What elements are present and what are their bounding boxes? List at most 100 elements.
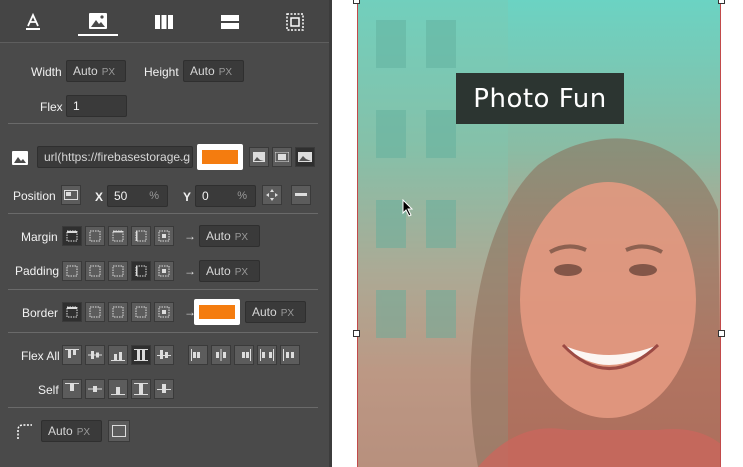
style-panel: Width Auto PX Height Auto PX Flex 1 url(ht…: [0, 0, 329, 467]
flex-align-stretch-button[interactable]: [131, 345, 151, 365]
width-unit: PX: [101, 67, 116, 78]
padding-arrow: →: [184, 264, 196, 278]
position-y-input[interactable]: 0 %: [195, 185, 256, 207]
self-align-end-button[interactable]: [108, 379, 128, 399]
border-width-input[interactable]: Auto PX: [245, 301, 306, 323]
bg-size-auto-button[interactable]: [249, 147, 269, 167]
padding-inner-button[interactable]: [154, 261, 174, 281]
border-color-picker[interactable]: [194, 299, 240, 325]
panel-tab-bar: [0, 0, 329, 43]
tab-columns[interactable]: [144, 8, 184, 36]
padding-vertical-button[interactable]: [108, 261, 128, 281]
position-move-button[interactable]: [262, 185, 282, 205]
radius-corners-button[interactable]: [108, 420, 130, 442]
border-left-button[interactable]: [131, 302, 151, 322]
background-url-input[interactable]: url(https://firebasestorage.g ...: [37, 146, 193, 168]
padding-input[interactable]: Auto PX: [199, 260, 260, 282]
panel-border: [329, 0, 332, 467]
resize-handle-right[interactable]: [718, 330, 725, 337]
photo-title[interactable]: Photo Fun: [456, 73, 624, 124]
flex-input[interactable]: 1: [66, 95, 127, 117]
border-color-swatch: [199, 305, 235, 319]
divider: [8, 332, 318, 333]
resize-handle-top-left[interactable]: [353, 0, 360, 4]
rows-icon: [221, 15, 239, 29]
position-label: Position: [13, 189, 56, 203]
fill-width-icon: [295, 193, 307, 196]
margin-label: Margin: [21, 230, 58, 244]
position-y-label: Y: [183, 190, 192, 204]
margin-value: Auto: [206, 229, 231, 243]
position-preset-button[interactable]: [61, 185, 81, 205]
tab-typography[interactable]: [13, 8, 53, 36]
justify-around-button[interactable]: [280, 345, 300, 365]
justify-start-button[interactable]: [188, 345, 208, 365]
width-label: Width: [31, 65, 62, 79]
box-inner-icon: [158, 230, 170, 242]
margin-top-button[interactable]: [85, 226, 105, 246]
height-label: Height: [144, 65, 179, 79]
self-stretch-icon: [134, 383, 148, 395]
tab-spacing[interactable]: [275, 8, 315, 36]
image-cover-icon: [298, 152, 312, 162]
move-icon: [266, 189, 278, 201]
padding-top-button[interactable]: [85, 261, 105, 281]
box-model-icon: [286, 13, 304, 31]
position-fill-button[interactable]: [291, 185, 311, 205]
columns-icon: [155, 15, 173, 29]
margin-all-button[interactable]: [62, 226, 82, 246]
margin-left-button[interactable]: [131, 226, 151, 246]
padding-label: Padding: [15, 264, 60, 278]
canvas-photo-element[interactable]: Photo Fun: [357, 0, 721, 467]
justify-between-button[interactable]: [257, 345, 277, 365]
flex-label: Flex: [40, 100, 63, 114]
position-x-unit: %: [149, 190, 159, 202]
flex-align-end-button[interactable]: [108, 345, 128, 365]
box-all-icon: [66, 265, 78, 277]
image-small-icon: [253, 152, 265, 162]
self-align-start-button[interactable]: [62, 379, 82, 399]
box-top-icon: [89, 306, 101, 318]
height-input[interactable]: Auto PX: [183, 60, 244, 82]
border-all-button[interactable]: [62, 302, 82, 322]
resize-handle-top-right[interactable]: [718, 0, 725, 4]
resize-handle-left[interactable]: [353, 330, 360, 337]
justify-center-button[interactable]: [211, 345, 231, 365]
box-vertical-icon: [112, 306, 124, 318]
self-align-stretch-button[interactable]: [131, 379, 151, 399]
border-top-button[interactable]: [85, 302, 105, 322]
flex-align-start-button[interactable]: [62, 345, 82, 365]
margin-vertical-button[interactable]: [108, 226, 128, 246]
justify-between-icon: [260, 349, 274, 361]
self-align-baseline-button[interactable]: [154, 379, 174, 399]
justify-end-button[interactable]: [234, 345, 254, 365]
position-x-input[interactable]: 50 %: [107, 185, 168, 207]
flex-align-baseline-button[interactable]: [154, 345, 174, 365]
tab-background[interactable]: [78, 8, 118, 36]
position-x-value: 50: [114, 189, 128, 203]
margin-inner-button[interactable]: [154, 226, 174, 246]
border-vertical-button[interactable]: [108, 302, 128, 322]
background-color-picker[interactable]: [197, 144, 243, 170]
flex-align-center-button[interactable]: [85, 345, 105, 365]
padding-all-button[interactable]: [62, 261, 82, 281]
bg-size-cover-button[interactable]: [295, 147, 315, 167]
align-top-icon: [65, 349, 79, 358]
background-url-value: url(https://firebasestorage.g: [44, 150, 191, 164]
width-input[interactable]: Auto PX: [66, 60, 126, 82]
self-align-center-button[interactable]: [85, 379, 105, 399]
padding-left-button[interactable]: [131, 261, 151, 281]
square-icon: [112, 425, 126, 437]
self-label: Self: [38, 383, 59, 397]
justify-center-icon: [216, 349, 226, 361]
box-vertical-icon: [112, 265, 124, 277]
box-vertical-icon: [112, 230, 124, 242]
divider: [8, 407, 318, 408]
bg-size-contain-button[interactable]: [272, 147, 292, 167]
radius-input[interactable]: Auto PX: [41, 420, 102, 442]
divider: [8, 289, 318, 290]
tab-rows[interactable]: [210, 8, 250, 36]
background-image-icon: [12, 151, 28, 165]
margin-input[interactable]: Auto PX: [199, 225, 260, 247]
border-inner-button[interactable]: [154, 302, 174, 322]
